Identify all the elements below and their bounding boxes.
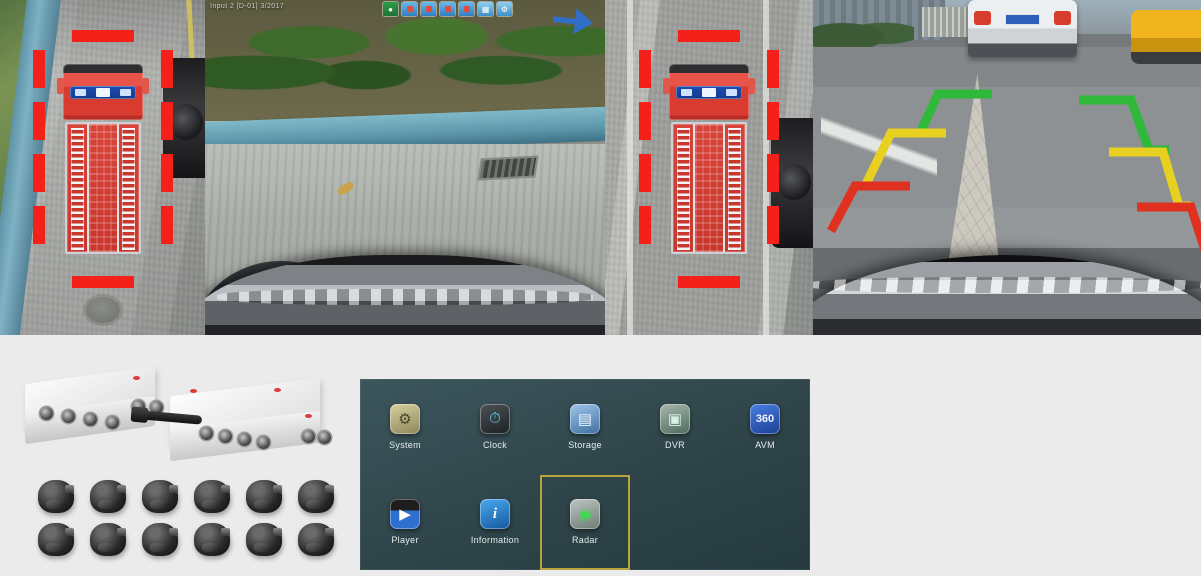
connector-port xyxy=(219,430,232,443)
rear-camera-pane[interactable] xyxy=(813,0,1201,335)
radar-sensor xyxy=(298,523,334,556)
vehicle-top-view xyxy=(663,64,755,254)
radar-sensor xyxy=(38,480,74,513)
storage-icon: ▤ xyxy=(570,403,600,434)
connector-port xyxy=(257,436,270,449)
settings-icon[interactable]: ⚙ xyxy=(497,2,512,16)
menu-label: Player xyxy=(391,535,419,546)
radar-sensor xyxy=(246,523,282,556)
menu-empty-slot xyxy=(630,475,720,571)
hardware-group xyxy=(0,365,350,575)
status-led xyxy=(305,414,312,418)
connector-port xyxy=(200,427,213,440)
menu-item-storage[interactable]: ▤ Storage xyxy=(540,379,630,475)
snapshot-icon[interactable] xyxy=(421,2,436,16)
menu-empty-slot xyxy=(720,475,810,571)
camera-view-strip: Input 2 [D-01] 3/2017 ● ▦ ⚙ xyxy=(0,0,1201,335)
status-led xyxy=(133,376,140,380)
menu-label: Clock xyxy=(482,439,507,450)
menu-label: Information xyxy=(470,535,520,546)
manhole-cover xyxy=(85,297,120,323)
status-led xyxy=(274,388,281,392)
menu-item-avm[interactable]: 360 AVM xyxy=(720,379,810,475)
snapshot-icon[interactable] xyxy=(402,2,417,16)
info-icon: i xyxy=(480,499,510,530)
record-icon[interactable]: ● xyxy=(383,2,398,16)
radar-sensor xyxy=(38,523,74,556)
dvr-menu-grid: ⚙ System ⏱ Clock ▤ Storage ▣ DVR 360 AVM… xyxy=(360,379,810,570)
player-icon: ▶ xyxy=(390,499,420,530)
snapshot-icon[interactable] xyxy=(459,2,474,16)
page-root: Input 2 [D-01] 3/2017 ● ▦ ⚙ ⚙ System ⏱ C… xyxy=(0,0,1201,576)
menu-label: Radar xyxy=(571,535,598,546)
foliage-region xyxy=(205,0,605,121)
radar-sensor xyxy=(90,523,126,556)
radar-sensor xyxy=(298,480,334,513)
avm-birdseye-left-pane[interactable] xyxy=(0,0,205,335)
connector-port xyxy=(106,416,119,429)
avm-360-icon: 360 xyxy=(750,403,780,434)
avm-birdseye-center-pane[interactable] xyxy=(605,0,813,335)
product-diagram-panel: ⚙ System ⏱ Clock ▤ Storage ▣ DVR 360 AVM… xyxy=(0,335,1201,576)
menu-item-system[interactable]: ⚙ System xyxy=(360,379,450,475)
menu-item-clock[interactable]: ⏱ Clock xyxy=(450,379,540,475)
radar-sensor xyxy=(142,523,178,556)
connector-port xyxy=(302,430,315,443)
gallery-icon[interactable]: ▦ xyxy=(478,2,493,16)
clock-icon: ⏱ xyxy=(480,403,510,434)
camera-osd-text: Input 2 [D-01] 3/2017 xyxy=(210,3,285,10)
camera-toolbar[interactable]: ● ▦ ⚙ xyxy=(383,2,512,16)
menu-item-information[interactable]: i Information xyxy=(450,475,540,571)
menu-item-dvr[interactable]: ▣ DVR xyxy=(630,379,720,475)
snapshot-icon[interactable] xyxy=(440,2,455,16)
gear-icon: ⚙ xyxy=(390,403,420,434)
car-ahead xyxy=(968,0,1077,57)
connector-port xyxy=(318,431,331,444)
menu-label: DVR xyxy=(665,439,685,450)
lane-line-left xyxy=(627,0,633,335)
taxi-vehicle xyxy=(1131,10,1201,64)
front-camera-pane[interactable]: Input 2 [D-01] 3/2017 ● ▦ ⚙ xyxy=(205,0,605,335)
radar-sensor xyxy=(194,523,230,556)
menu-item-player[interactable]: ▶ Player xyxy=(360,475,450,571)
menu-label: Storage xyxy=(568,439,602,450)
connector-port xyxy=(40,407,53,420)
radar-sensor xyxy=(142,480,178,513)
dvr-icon: ▣ xyxy=(660,403,690,434)
menu-item-radar[interactable]: ◉ Radar xyxy=(540,475,630,571)
connector-port xyxy=(238,433,251,446)
menu-label: AVM xyxy=(755,439,775,450)
dvr-main-menu[interactable]: ⚙ System ⏱ Clock ▤ Storage ▣ DVR 360 AVM… xyxy=(360,379,810,570)
drain-grate xyxy=(477,155,539,182)
vehicle-top-view xyxy=(56,64,149,254)
menu-label: System xyxy=(389,439,421,450)
radar-icon: ◉ xyxy=(570,499,600,530)
connector-port xyxy=(62,410,75,423)
radar-sensor xyxy=(246,480,282,513)
connector-port xyxy=(84,413,97,426)
status-led xyxy=(190,389,197,393)
lane-marking xyxy=(820,53,938,248)
radar-sensor xyxy=(90,480,126,513)
trees xyxy=(813,13,914,47)
radar-sensor xyxy=(194,480,230,513)
